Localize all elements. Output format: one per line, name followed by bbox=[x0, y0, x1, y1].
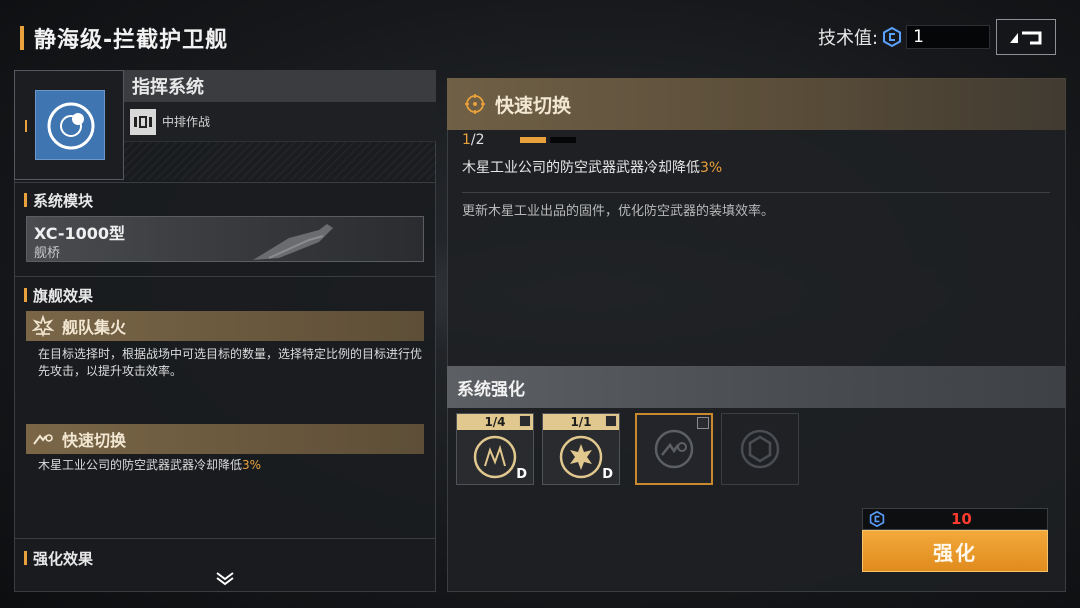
divider bbox=[14, 538, 436, 539]
progress-current: 1 bbox=[462, 132, 471, 148]
system-module-title: 系统模块 bbox=[33, 191, 94, 210]
slot-body: D bbox=[543, 430, 619, 484]
detail-title: 快速切换 bbox=[495, 94, 572, 117]
rank-badge-icon bbox=[519, 415, 531, 427]
progress-segment bbox=[520, 137, 546, 143]
section-mark bbox=[24, 288, 27, 302]
fleet-signal-icon bbox=[473, 435, 517, 479]
detail-effect-value: 3% bbox=[700, 160, 723, 176]
upgrade-cost-bar: 10 bbox=[862, 508, 1048, 530]
effect-title: 舰队集火 bbox=[62, 318, 127, 337]
flagship-effect-heading: 旗舰效果 bbox=[24, 285, 93, 305]
rank-badge-icon bbox=[605, 415, 617, 427]
slot-body bbox=[722, 414, 798, 484]
hatch-pattern bbox=[124, 142, 436, 180]
effect-fleet-fire[interactable]: 舰队集火 bbox=[26, 311, 424, 341]
tech-value-field: 1 bbox=[906, 25, 991, 49]
detail-effect-line: 木星工业公司的防空武器武器冷却降低3% bbox=[462, 157, 722, 177]
effect-desc-text: 木星工业公司的防空武器武器冷却降低 bbox=[38, 458, 243, 472]
back-arrow-icon bbox=[1010, 31, 1042, 45]
command-system-icon[interactable] bbox=[35, 90, 105, 160]
crosshair-icon bbox=[47, 102, 95, 150]
effect-desc-value: 3% bbox=[242, 458, 262, 472]
system-header: 指挥系统 bbox=[124, 70, 436, 102]
enhance-slot-1[interactable]: 1/4 D bbox=[456, 413, 534, 485]
effect-quick-switch[interactable]: 快速切换 bbox=[26, 424, 424, 454]
tech-value-display: 技术值: 1 bbox=[818, 24, 991, 50]
rank-badge-icon bbox=[697, 417, 709, 429]
system-icon-mark bbox=[25, 120, 27, 132]
title-accent-mark bbox=[20, 26, 24, 50]
enhance-slot-2[interactable]: 1/1 D bbox=[542, 413, 620, 485]
system-module-heading: 系统模块 bbox=[24, 190, 93, 210]
enhance-slot-3[interactable] bbox=[635, 413, 713, 485]
system-enhance-header: 系统强化 bbox=[447, 366, 1066, 408]
slot-body: D bbox=[457, 430, 533, 484]
back-button[interactable] bbox=[996, 19, 1056, 55]
tech-value-label: 技术值: bbox=[818, 28, 879, 49]
detail-flavor-text: 更新木星工业出品的固件，优化防空武器的装填效率。 bbox=[462, 204, 775, 219]
fleet-fire-icon bbox=[559, 435, 603, 479]
position-tag-icon bbox=[130, 108, 156, 135]
quick-switch-icon bbox=[33, 434, 53, 445]
divider bbox=[14, 182, 436, 183]
target-icon bbox=[465, 94, 485, 114]
detail-progress: 1/2 bbox=[462, 132, 580, 148]
section-mark bbox=[24, 551, 27, 565]
module-name: XC-1000型 bbox=[34, 224, 126, 243]
slot-count: 1/4 bbox=[484, 415, 506, 429]
system-tag-row: 中排作战 bbox=[124, 102, 436, 142]
slot-count-bar: 1/4 bbox=[457, 414, 533, 430]
page-header: 静海级-拦截护卫舰 bbox=[20, 22, 228, 54]
grade-d-icon: D bbox=[516, 467, 527, 482]
slot-count: 1/1 bbox=[570, 415, 592, 429]
upgrade-cost: 10 bbox=[951, 510, 972, 528]
system-tag-label: 中排作战 bbox=[162, 115, 211, 129]
effect-title: 快速切换 bbox=[62, 431, 127, 450]
upgrade-button[interactable]: 强化 bbox=[862, 530, 1048, 572]
progress-segment bbox=[550, 137, 576, 143]
quick-switch-icon bbox=[654, 429, 694, 469]
slot-count-bar: 1/1 bbox=[543, 414, 619, 430]
effect-description: 木星工业公司的防空武器武器冷却降低3% bbox=[38, 457, 424, 474]
enhancement-effect-title: 强化效果 bbox=[33, 549, 94, 568]
fleet-fire-icon bbox=[32, 315, 54, 337]
detail-effect-text: 木星工业公司的防空武器武器冷却降低 bbox=[462, 160, 700, 176]
shield-module-icon bbox=[740, 429, 780, 469]
chevron-down-icon[interactable] bbox=[214, 570, 236, 586]
ship-silhouette-icon bbox=[253, 224, 333, 260]
tech-point-icon bbox=[883, 27, 902, 47]
system-enhance-title: 系统强化 bbox=[457, 379, 525, 400]
effect-description: 在目标选择时，根据战场中可选目标的数量，选择特定比例的目标进行优先攻击，以提升攻… bbox=[38, 347, 423, 378]
grade-d-icon: D bbox=[602, 467, 613, 482]
section-mark bbox=[24, 193, 27, 207]
enhancement-effect-heading: 强化效果 bbox=[24, 548, 93, 568]
module-type: 舰桥 bbox=[34, 246, 61, 261]
progress-total: /2 bbox=[470, 132, 485, 148]
flagship-effect-title: 旗舰效果 bbox=[33, 286, 94, 305]
detail-header: 快速切换 bbox=[447, 78, 1066, 130]
tech-point-icon bbox=[869, 511, 885, 527]
divider bbox=[14, 276, 436, 277]
divider bbox=[462, 192, 1050, 193]
page-title: 静海级-拦截护卫舰 bbox=[34, 28, 229, 53]
system-name: 指挥系统 bbox=[132, 77, 204, 98]
enhance-slot-4[interactable] bbox=[721, 413, 799, 485]
progress-text: 1/2 bbox=[462, 132, 520, 148]
